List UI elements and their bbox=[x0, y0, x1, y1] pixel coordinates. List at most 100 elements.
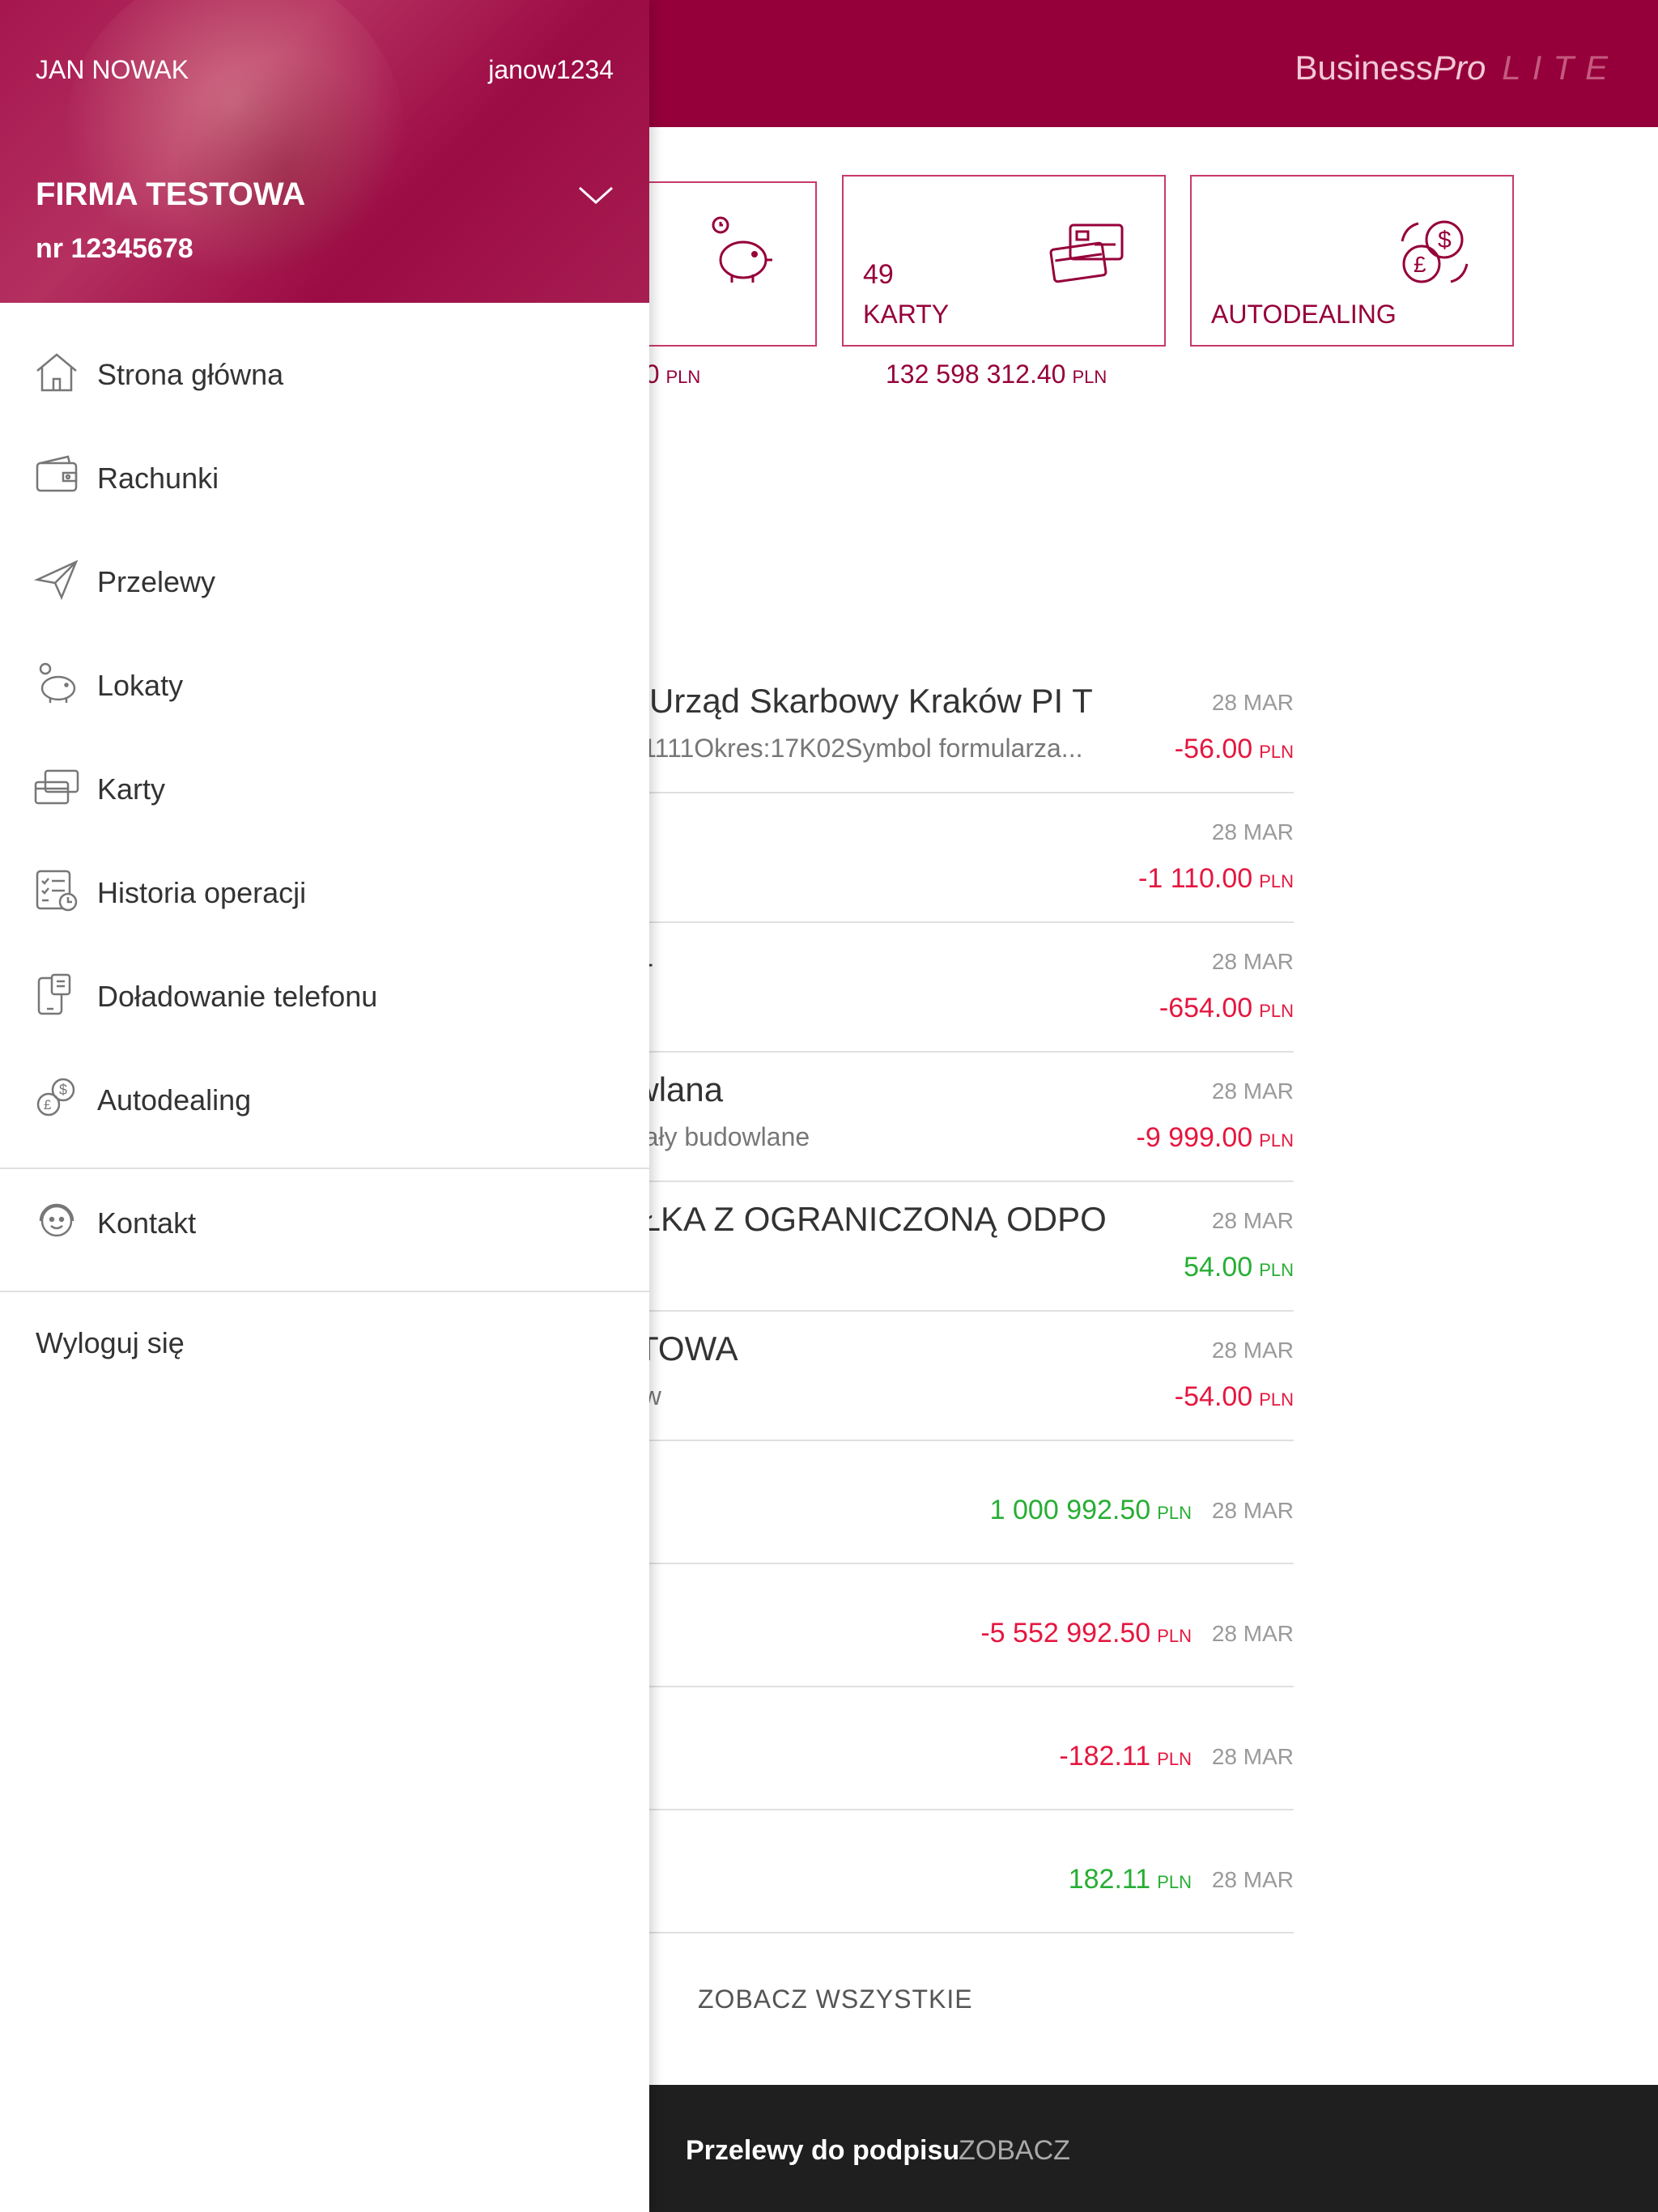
transaction-title: ki Urząd Skarbowy Kraków PI T bbox=[615, 682, 1093, 720]
transaction-amount: 182.11 PLN bbox=[1069, 1864, 1192, 1895]
paper-plane-icon bbox=[33, 559, 79, 601]
tile-karty[interactable]: 49 KARTY bbox=[842, 175, 1166, 347]
brand-lite: LITE bbox=[1502, 49, 1619, 87]
tile-autodealing-label: AUTODEALING bbox=[1211, 300, 1397, 329]
amount-value: -654.00 bbox=[1158, 993, 1253, 1023]
transaction-title: ÓŁKA Z OGRANICZONĄ ODPO bbox=[615, 1200, 1107, 1238]
see-all-link[interactable]: ZOBACZ WSZYSTKIE bbox=[698, 1984, 973, 2014]
transaction-amount: -5 552 992.50 PLN bbox=[980, 1618, 1192, 1649]
pending-transfers-text: Przelewy do podpisu bbox=[686, 2135, 960, 2166]
tile-karty-count: 49 bbox=[863, 259, 894, 290]
drawer-divider bbox=[0, 1291, 649, 1292]
transaction-date: 28 MAR bbox=[1211, 1621, 1294, 1646]
amount-value: 182.11 bbox=[1068, 1864, 1151, 1895]
drawer-header: JAN NOWAK janow1234 FIRMA TESTOWA nr 123… bbox=[0, 0, 649, 303]
svg-text:$: $ bbox=[1438, 227, 1452, 253]
transaction-date: 28 MAR bbox=[1211, 1744, 1294, 1769]
tile-karty-label: KARTY bbox=[863, 300, 950, 329]
menu-item-label: Autodealing bbox=[97, 1083, 252, 1117]
transaction-date: 28 MAR bbox=[1211, 1867, 1294, 1892]
transaction-date: 28 MAR bbox=[1211, 949, 1294, 974]
brand-pro: Pro bbox=[1432, 49, 1486, 87]
currency: PLN bbox=[1259, 1260, 1294, 1280]
transaction-amount: -54.00 PLN bbox=[1175, 1381, 1294, 1413]
pending-transfers-link[interactable]: ZOBACZ bbox=[959, 2135, 1070, 2167]
menu-item-autodealing[interactable]: $ £ Autodealing bbox=[0, 1056, 649, 1137]
currency: PLN bbox=[1157, 1626, 1192, 1646]
tile-karty-amount: 132 598 312.40 PLN bbox=[886, 359, 1107, 389]
menu-item-label: Karty bbox=[97, 772, 166, 806]
currency: PLN bbox=[1259, 742, 1294, 762]
header-photo-shade bbox=[178, 49, 389, 291]
currency: PLN bbox=[1259, 1001, 1294, 1021]
transaction-date: 28 MAR bbox=[1211, 690, 1294, 715]
user-name: JAN NOWAK bbox=[36, 55, 189, 84]
amount-value: -9 999.00 bbox=[1136, 1122, 1253, 1153]
transaction-amount: -1 110.00 PLN bbox=[1138, 863, 1294, 895]
piggy-bank-icon bbox=[39, 662, 76, 703]
menu-item-label: Lokaty bbox=[97, 669, 184, 702]
menu-item-label: Doładowanie telefonu bbox=[97, 980, 378, 1013]
transaction-date: 28 MAR bbox=[1211, 1498, 1294, 1523]
company-number: nr 12345678 bbox=[36, 233, 193, 264]
menu-item-phone-topup[interactable]: Doładowanie telefonu bbox=[0, 952, 649, 1033]
currency: PLN bbox=[1259, 1130, 1294, 1151]
headset-icon bbox=[39, 1203, 74, 1237]
menu-item-accounts[interactable]: Rachunki bbox=[0, 434, 649, 515]
transaction-date: 28 MAR bbox=[1211, 1078, 1294, 1104]
transaction-amount: 1 000 992.50 PLN bbox=[990, 1495, 1192, 1526]
menu-item-home[interactable]: Strona główna bbox=[0, 330, 649, 411]
svg-text:$: $ bbox=[59, 1082, 67, 1098]
drawer-divider bbox=[0, 1168, 649, 1169]
menu-item-label: Strona główna bbox=[97, 358, 284, 391]
credit-cards-icon bbox=[1049, 223, 1124, 283]
transaction-date: 28 MAR bbox=[1211, 819, 1294, 844]
transaction-date: 28 MAR bbox=[1211, 1338, 1294, 1363]
currency: PLN bbox=[1157, 1749, 1192, 1769]
app-window: BusinessProLITE .00PLN 49 KARTY bbox=[0, 0, 1658, 2212]
menu-item-contact[interactable]: Kontakt bbox=[0, 1179, 649, 1260]
menu-item-transfers[interactable]: Przelewy bbox=[0, 538, 649, 619]
piggy-bank-icon bbox=[712, 216, 772, 283]
menu-item-label: Historia operacji bbox=[97, 876, 307, 909]
transaction-subtitle: 011111Okres:17K02Symbol formularza... bbox=[615, 734, 1083, 763]
tile-autodealing[interactable]: AUTODEALING $ £ bbox=[1190, 175, 1514, 347]
brand-business: Business bbox=[1295, 49, 1433, 87]
transaction-amount: -56.00 PLN bbox=[1175, 734, 1294, 765]
transaction-amount: -182.11 PLN bbox=[1059, 1741, 1192, 1772]
logout-link[interactable]: Wyloguj się bbox=[36, 1326, 185, 1360]
transaction-date: 28 MAR bbox=[1211, 1208, 1294, 1233]
amount-value: -54.00 bbox=[1174, 1381, 1253, 1412]
menu-item-deposits[interactable]: Lokaty bbox=[0, 641, 649, 722]
currency: PLN bbox=[665, 367, 701, 387]
currency: PLN bbox=[1157, 1872, 1192, 1892]
currency: PLN bbox=[1072, 367, 1107, 387]
amount-value: 54.00 bbox=[1184, 1252, 1253, 1283]
transaction-amount: -9 999.00 PLN bbox=[1137, 1122, 1294, 1154]
menu-item-history[interactable]: Historia operacji bbox=[0, 849, 649, 929]
transaction-amount: 54.00 PLN bbox=[1184, 1252, 1294, 1283]
amount-value: 132 598 312.40 bbox=[886, 359, 1066, 389]
currency-exchange-icon: $ £ bbox=[1401, 220, 1469, 283]
menu-item-label: Kontakt bbox=[97, 1206, 197, 1240]
amount-value: -182.11 bbox=[1059, 1741, 1151, 1772]
amount-value: -1 110.00 bbox=[1138, 863, 1253, 894]
history-list-icon bbox=[36, 870, 78, 912]
menu-item-label: Przelewy bbox=[97, 565, 216, 598]
amount-value: -56.00 bbox=[1174, 734, 1253, 764]
wallet-icon bbox=[36, 455, 78, 492]
home-icon bbox=[36, 353, 77, 392]
currency-exchange-icon: $ £ bbox=[36, 1078, 75, 1117]
menu-item-cards[interactable]: Karty bbox=[0, 745, 649, 826]
phone-topup-icon bbox=[37, 973, 71, 1015]
company-name[interactable]: FIRMA TESTOWA bbox=[36, 177, 305, 213]
menu-item-label: Rachunki bbox=[97, 462, 219, 495]
currency: PLN bbox=[1259, 871, 1294, 891]
card-icon bbox=[34, 769, 79, 805]
svg-text:£: £ bbox=[1414, 252, 1426, 277]
chevron-down-icon[interactable] bbox=[576, 183, 615, 207]
svg-text:£: £ bbox=[44, 1097, 52, 1112]
navigation-drawer: JAN NOWAK janow1234 FIRMA TESTOWA nr 123… bbox=[0, 0, 649, 2212]
amount-value: 1 000 992.50 bbox=[989, 1495, 1151, 1525]
user-login: janow1234 bbox=[488, 55, 614, 84]
